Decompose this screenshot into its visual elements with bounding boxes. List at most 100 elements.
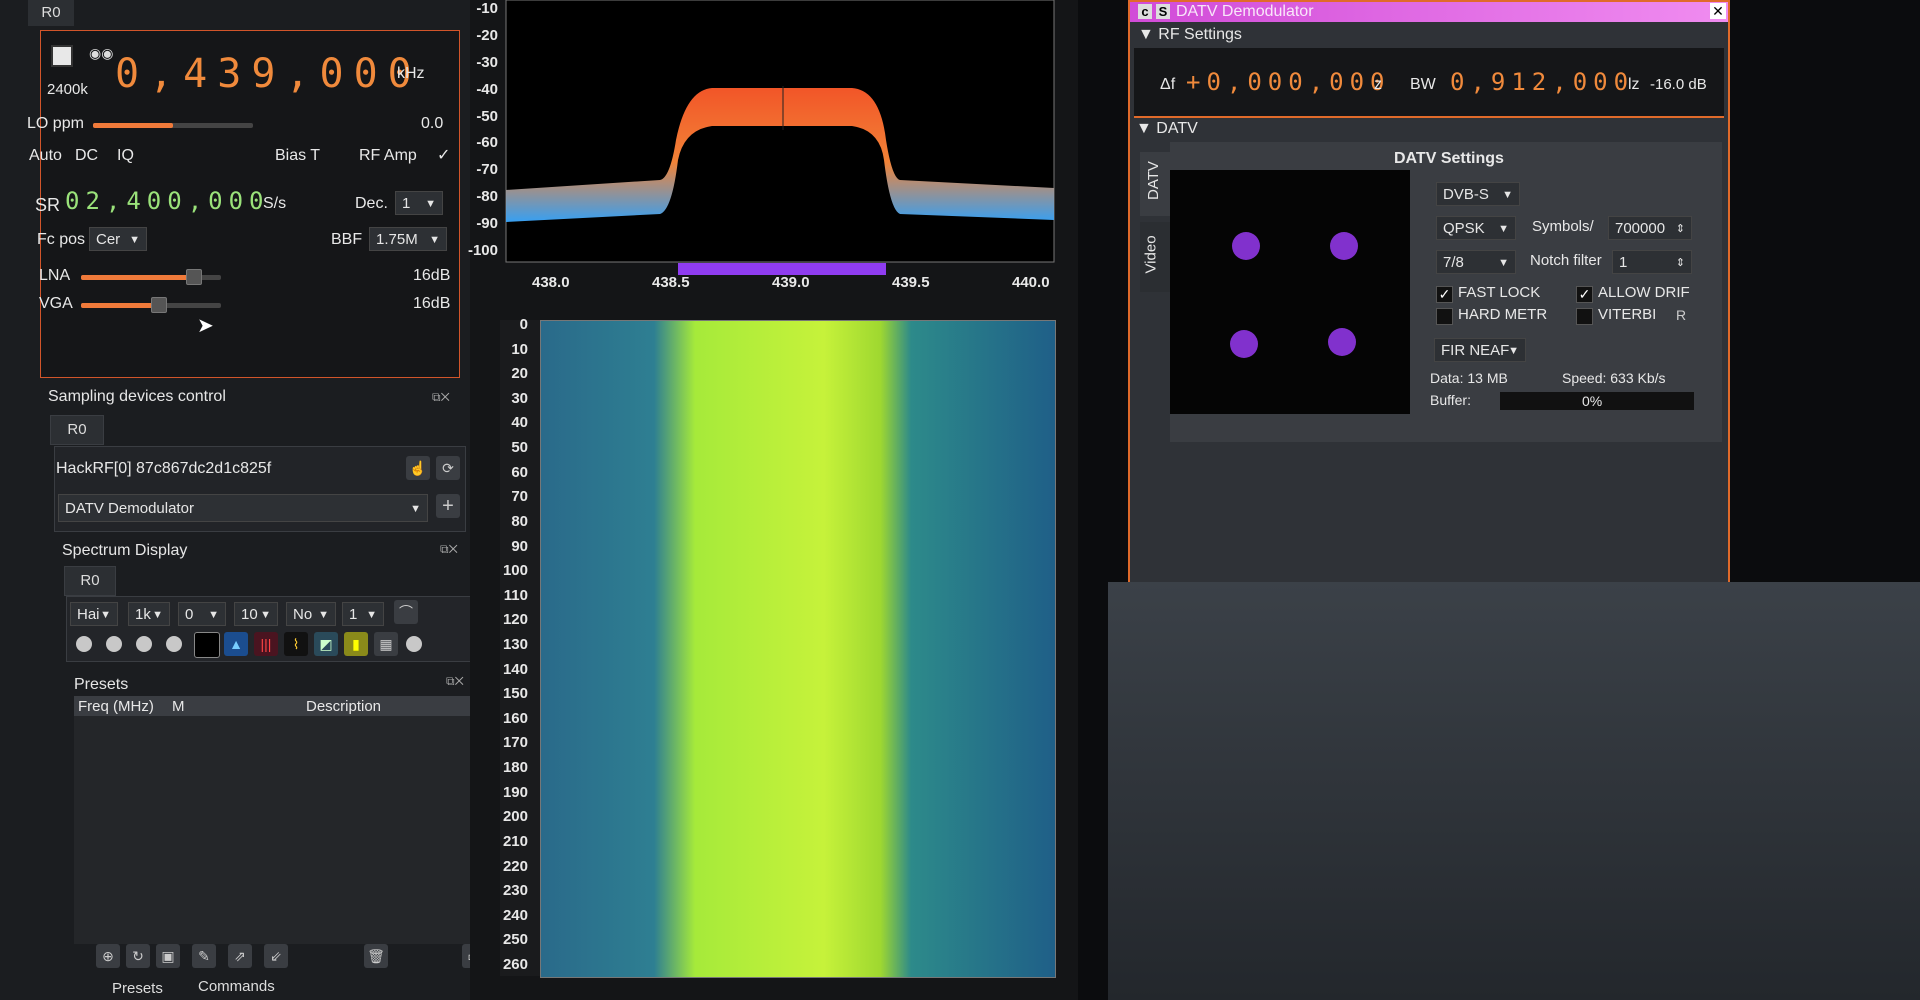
avg-mode-select[interactable]: No ▼ <box>286 602 336 626</box>
bottom-tab-commands[interactable]: Commands <box>198 978 275 995</box>
device-tab-r0[interactable]: R0 <box>28 0 74 26</box>
symbol-rate-input[interactable]: 700000 ⇕ <box>1608 216 1692 240</box>
float-icon[interactable]: ⧉✕ <box>432 390 450 405</box>
fast-lock-label: FAST LOCK <box>1458 284 1541 301</box>
channel-indicator-icon: c <box>1138 4 1152 19</box>
waterfall-tick-14: 140 <box>502 661 528 678</box>
fec-select[interactable]: 7/8 ▼ <box>1436 250 1516 274</box>
close-icon[interactable]: ✕ <box>1710 3 1726 19</box>
lo-ppm-label: LO ppm <box>27 115 84 132</box>
fc-pos-select[interactable]: Cer ▼ <box>89 227 147 251</box>
spectrum-float-icon[interactable]: ⧉✕ <box>440 542 458 557</box>
reload-icon[interactable]: ⟳ <box>436 456 460 480</box>
modulation-select[interactable]: QPSK ▼ <box>1436 216 1516 240</box>
datv-section-header[interactable]: ▼ DATV <box>1136 120 1198 138</box>
spectrum-x-tick-3: 439.5 <box>892 274 930 291</box>
record-icon[interactable]: ◉◉ <box>89 45 113 62</box>
bias-t-label[interactable]: Bias T <box>275 147 320 165</box>
notch-filter-input[interactable]: 1 ⇕ <box>1612 250 1692 274</box>
waterfall-tick-0: 0 <box>519 316 528 333</box>
spectrum-y-tick-2: -30 <box>476 54 498 71</box>
preset-delete-icon[interactable]: 🗑 <box>364 944 388 968</box>
preset-import-icon[interactable]: ⇙ <box>264 944 288 968</box>
vga-value: 16dB <box>413 295 451 312</box>
presets-col-freq[interactable]: Freq (MHz) <box>78 698 154 715</box>
rf-amp-label[interactable]: RF Amp <box>359 147 417 165</box>
sampling-tab-r0[interactable]: R0 <box>50 415 104 445</box>
spectrum-y-tick-4: -50 <box>476 108 498 125</box>
viterbi-checkbox[interactable] <box>1576 308 1593 325</box>
hard-metric-checkbox[interactable] <box>1436 308 1453 325</box>
auto-label[interactable]: Auto <box>29 147 62 165</box>
preset-refresh-icon[interactable]: ↻ <box>126 944 150 968</box>
preset-edit-icon[interactable]: ✎ <box>192 944 216 968</box>
fft-window-select[interactable]: Hai ▼ <box>70 602 118 626</box>
bbf-select[interactable]: 1.75M ▼ <box>369 227 447 251</box>
spectrum-icon[interactable]: ▲ <box>224 632 248 656</box>
lines-icon[interactable] <box>136 636 152 652</box>
presets-list[interactable] <box>74 716 472 944</box>
spectrum-y-tick-7: -80 <box>476 188 498 205</box>
clear-icon[interactable] <box>406 636 422 652</box>
spectrum-display-title: Spectrum Display <box>62 542 188 559</box>
3d-icon[interactable]: ◩ <box>314 632 338 656</box>
stop-button[interactable] <box>51 45 73 67</box>
waterfall-tick-21: 210 <box>502 833 528 850</box>
lna-slider-handle[interactable] <box>186 269 202 285</box>
preset-add-icon[interactable]: ⊕ <box>96 944 120 968</box>
fast-lock-checkbox[interactable]: ✓ <box>1436 286 1453 303</box>
bw-display[interactable]: 0,912,000 <box>1450 68 1634 96</box>
spectrum-tab-r0[interactable]: R0 <box>64 566 116 596</box>
rf-settings-header[interactable]: ▼ RF Settings <box>1138 26 1242 44</box>
histogram-icon[interactable]: ⌇ <box>284 632 308 656</box>
sample-rate-display[interactable]: 02,400,000 <box>65 187 270 215</box>
data-amount-label: Data: 13 MB <box>1430 370 1508 386</box>
center-frequency-display[interactable]: 0,439,000 <box>115 51 422 97</box>
spectrum-y-tick-3: -40 <box>476 81 498 98</box>
grid-icon[interactable]: ▦ <box>374 632 398 656</box>
select-device-icon[interactable]: ☝ <box>406 456 430 480</box>
presets-float-icon[interactable]: ⧉✕ <box>446 674 464 689</box>
fft-size-select[interactable]: 1k ▼ <box>128 602 170 626</box>
waterfall-tick-6: 60 <box>511 464 528 481</box>
viterbi-label: VITERBI <box>1598 306 1657 323</box>
spectrum-y-axis: -10 -20 -30 -40 -50 -60 -70 -80 -90 -100 <box>466 0 500 270</box>
fill-color-icon[interactable] <box>194 632 220 658</box>
iq-label[interactable]: IQ <box>117 147 134 165</box>
stroke-icon[interactable] <box>106 636 122 652</box>
presets-col-desc[interactable]: Description <box>306 698 381 715</box>
bottom-tab-presets[interactable]: Presets <box>112 980 163 997</box>
add-channel-icon[interactable]: + <box>436 494 460 518</box>
alpha-icon[interactable] <box>166 636 182 652</box>
rf-amp-check-icon[interactable]: ✓ <box>437 145 450 165</box>
waterfall-tick-19: 190 <box>502 784 528 801</box>
channel-select[interactable]: DATV Demodulator ▼ <box>58 494 428 522</box>
spectrum-x-tick-0: 438.0 <box>532 274 570 291</box>
delta-f-display[interactable]: +0,000,000 <box>1186 68 1391 96</box>
presets-title: Presets <box>74 676 129 693</box>
curve-icon[interactable]: ⌒ <box>394 600 418 624</box>
constellation-point-4 <box>1328 328 1356 356</box>
spectrum-plot[interactable] <box>500 0 1060 270</box>
vga-fill <box>81 303 158 308</box>
waterfall-tick-17: 170 <box>502 734 528 751</box>
avg-select[interactable]: 1 ▼ <box>342 602 384 626</box>
standard-select[interactable]: DVB-S ▼ <box>1436 182 1520 206</box>
waterfall-plot[interactable] <box>540 320 1056 978</box>
vga-slider-handle[interactable] <box>151 297 167 313</box>
waterfall-tick-23: 230 <box>502 882 528 899</box>
decay-icon[interactable] <box>76 636 92 652</box>
presets-col-m[interactable]: M <box>172 698 185 715</box>
ref-level-select[interactable]: 0 ▼ <box>178 602 226 626</box>
filter-select[interactable]: FIR NEAF ▼ <box>1434 338 1526 362</box>
allow-drift-checkbox[interactable]: ✓ <box>1576 286 1593 303</box>
range-select[interactable]: 10 ▼ <box>234 602 278 626</box>
preset-export-icon[interactable]: ⇗ <box>228 944 252 968</box>
palette-icon[interactable]: ▮ <box>344 632 368 656</box>
dc-label[interactable]: DC <box>75 147 98 165</box>
preset-save-icon[interactable]: ▣ <box>156 944 180 968</box>
waterfall-icon[interactable]: ||| <box>254 632 278 656</box>
reset-button[interactable]: R <box>1670 304 1692 326</box>
waterfall-tick-5: 50 <box>511 439 528 456</box>
decimation-select[interactable]: 1 ▼ <box>395 191 443 215</box>
